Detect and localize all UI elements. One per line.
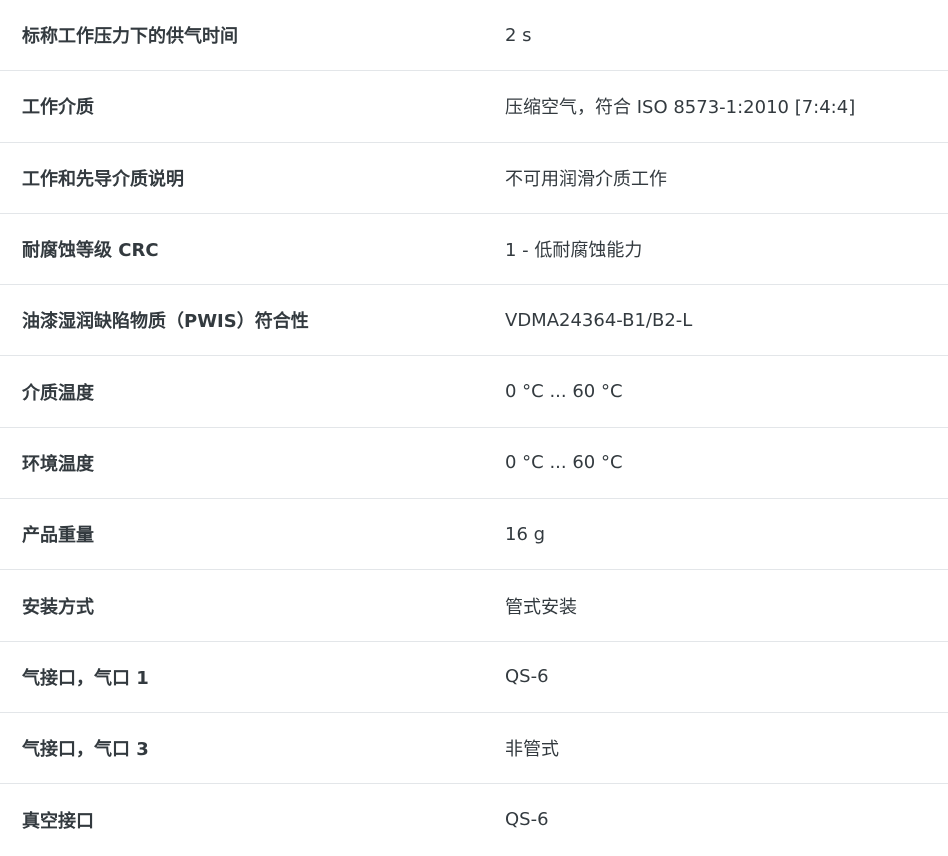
spec-row-supply-time: 标称工作压力下的供气时间 2 s (0, 0, 948, 72)
spec-label: 真空接口 (22, 810, 94, 832)
spec-row-pwis-conformity: 油漆湿润缺陷物质（PWIS）符合性 VDMA24364-B1/B2-L (0, 285, 948, 357)
spec-label: 气接口，气口 3 (22, 739, 149, 761)
spec-row-port-1: 气接口，气口 1 QS-6 (0, 642, 948, 713)
spec-label: 油漆湿润缺陷物质（PWIS）符合性 (22, 311, 309, 333)
spec-value: 0 °C ... 60 °C (505, 452, 623, 474)
spec-label: 介质温度 (22, 382, 94, 404)
spec-row-product-weight: 产品重量 16 g (0, 499, 948, 571)
spec-label: 环境温度 (22, 453, 94, 475)
spec-row-mounting-type: 安装方式 管式安装 (0, 570, 948, 642)
spec-value: 压缩空气，符合 ISO 8573-1:2010 [7:4:4] (505, 97, 856, 119)
spec-table: 标称工作压力下的供气时间 2 s 工作介质 压缩空气，符合 ISO 8573-1… (0, 0, 948, 856)
spec-label: 产品重量 (22, 525, 94, 547)
spec-value: 非管式 (505, 739, 559, 761)
spec-row-ambient-temperature: 环境温度 0 °C ... 60 °C (0, 428, 948, 500)
spec-label: 安装方式 (22, 596, 94, 618)
spec-label: 耐腐蚀等级 CRC (22, 240, 159, 262)
spec-label: 气接口，气口 1 (22, 667, 149, 689)
spec-row-vacuum-port: 真空接口 QS-6 (0, 784, 948, 855)
spec-value: 管式安装 (505, 596, 577, 618)
spec-row-operating-medium: 工作介质 压缩空气，符合 ISO 8573-1:2010 [7:4:4] (0, 71, 948, 143)
spec-row-medium-note: 工作和先导介质说明 不可用润滑介质工作 (0, 143, 948, 214)
spec-row-port-3: 气接口，气口 3 非管式 (0, 713, 948, 785)
spec-value: VDMA24364-B1/B2-L (505, 309, 693, 331)
spec-value: 2 s (505, 24, 532, 46)
spec-value: 16 g (505, 523, 546, 545)
spec-row-corrosion-class: 耐腐蚀等级 CRC 1 - 低耐腐蚀能力 (0, 214, 948, 286)
spec-value: 1 - 低耐腐蚀能力 (505, 240, 643, 262)
spec-value: 不可用润滑介质工作 (505, 168, 667, 190)
spec-label: 工作和先导介质说明 (22, 168, 184, 190)
spec-label: 标称工作压力下的供气时间 (22, 26, 238, 48)
spec-label: 工作介质 (22, 97, 94, 119)
spec-row-medium-temperature: 介质温度 0 °C ... 60 °C (0, 356, 948, 428)
spec-value: QS-6 (505, 666, 549, 688)
spec-value: 0 °C ... 60 °C (505, 381, 623, 403)
spec-value: QS-6 (505, 809, 549, 831)
